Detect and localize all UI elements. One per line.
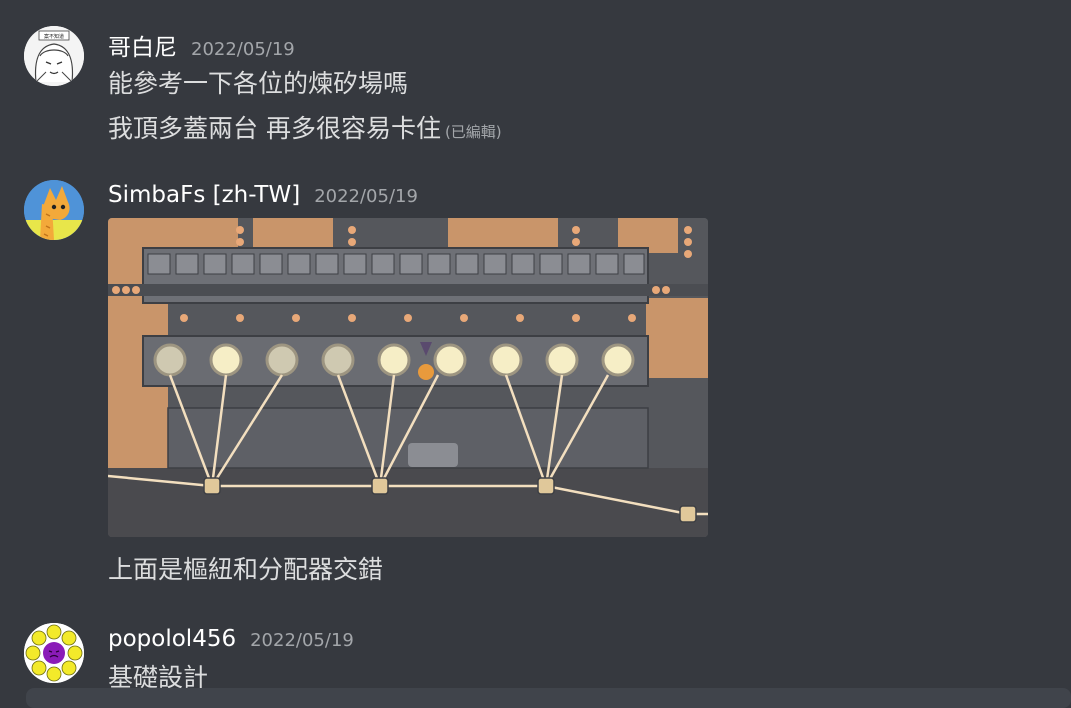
user-avatar-3[interactable]	[24, 623, 84, 683]
message-header-1: 哥白尼 2022/05/19	[108, 28, 295, 62]
user-avatar-2[interactable]	[24, 180, 84, 240]
message-composer[interactable]	[26, 688, 1071, 708]
timestamp[interactable]: 2022/05/19	[314, 186, 418, 207]
username[interactable]: popolol456	[108, 626, 236, 652]
message-header-3: popolol456 2022/05/19	[108, 626, 354, 652]
message-text: 我頂多蓋兩台 再多很容易卡住	[108, 114, 441, 143]
yellow-cat-avatar-icon	[24, 180, 84, 240]
timestamp[interactable]: 2022/05/19	[250, 630, 354, 651]
svg-text:案不知道: 案不知道	[44, 33, 64, 40]
image-attachment[interactable]	[108, 218, 708, 537]
message-text: 能參考一下各位的煉矽場嗎	[108, 69, 409, 98]
purple-face-with-yellow-circles-avatar-icon	[24, 623, 84, 683]
anime-character-avatar-icon: 案不知道	[24, 26, 84, 86]
edited-label: (已編輯)	[444, 123, 502, 141]
message-text: 上面是樞紐和分配器交錯	[108, 555, 384, 584]
game-screenshot-image	[108, 218, 708, 537]
message-header-2: SimbaFs [zh-TW] 2022/05/19	[108, 182, 418, 208]
username[interactable]: SimbaFs [zh-TW]	[108, 182, 300, 208]
timestamp[interactable]: 2022/05/19	[191, 39, 295, 60]
username[interactable]: 哥白尼	[108, 28, 177, 62]
message-text-line-2: 我頂多蓋兩台 再多很容易卡住 (已編輯)	[108, 109, 502, 145]
user-avatar-1[interactable]: 案不知道	[24, 26, 84, 86]
